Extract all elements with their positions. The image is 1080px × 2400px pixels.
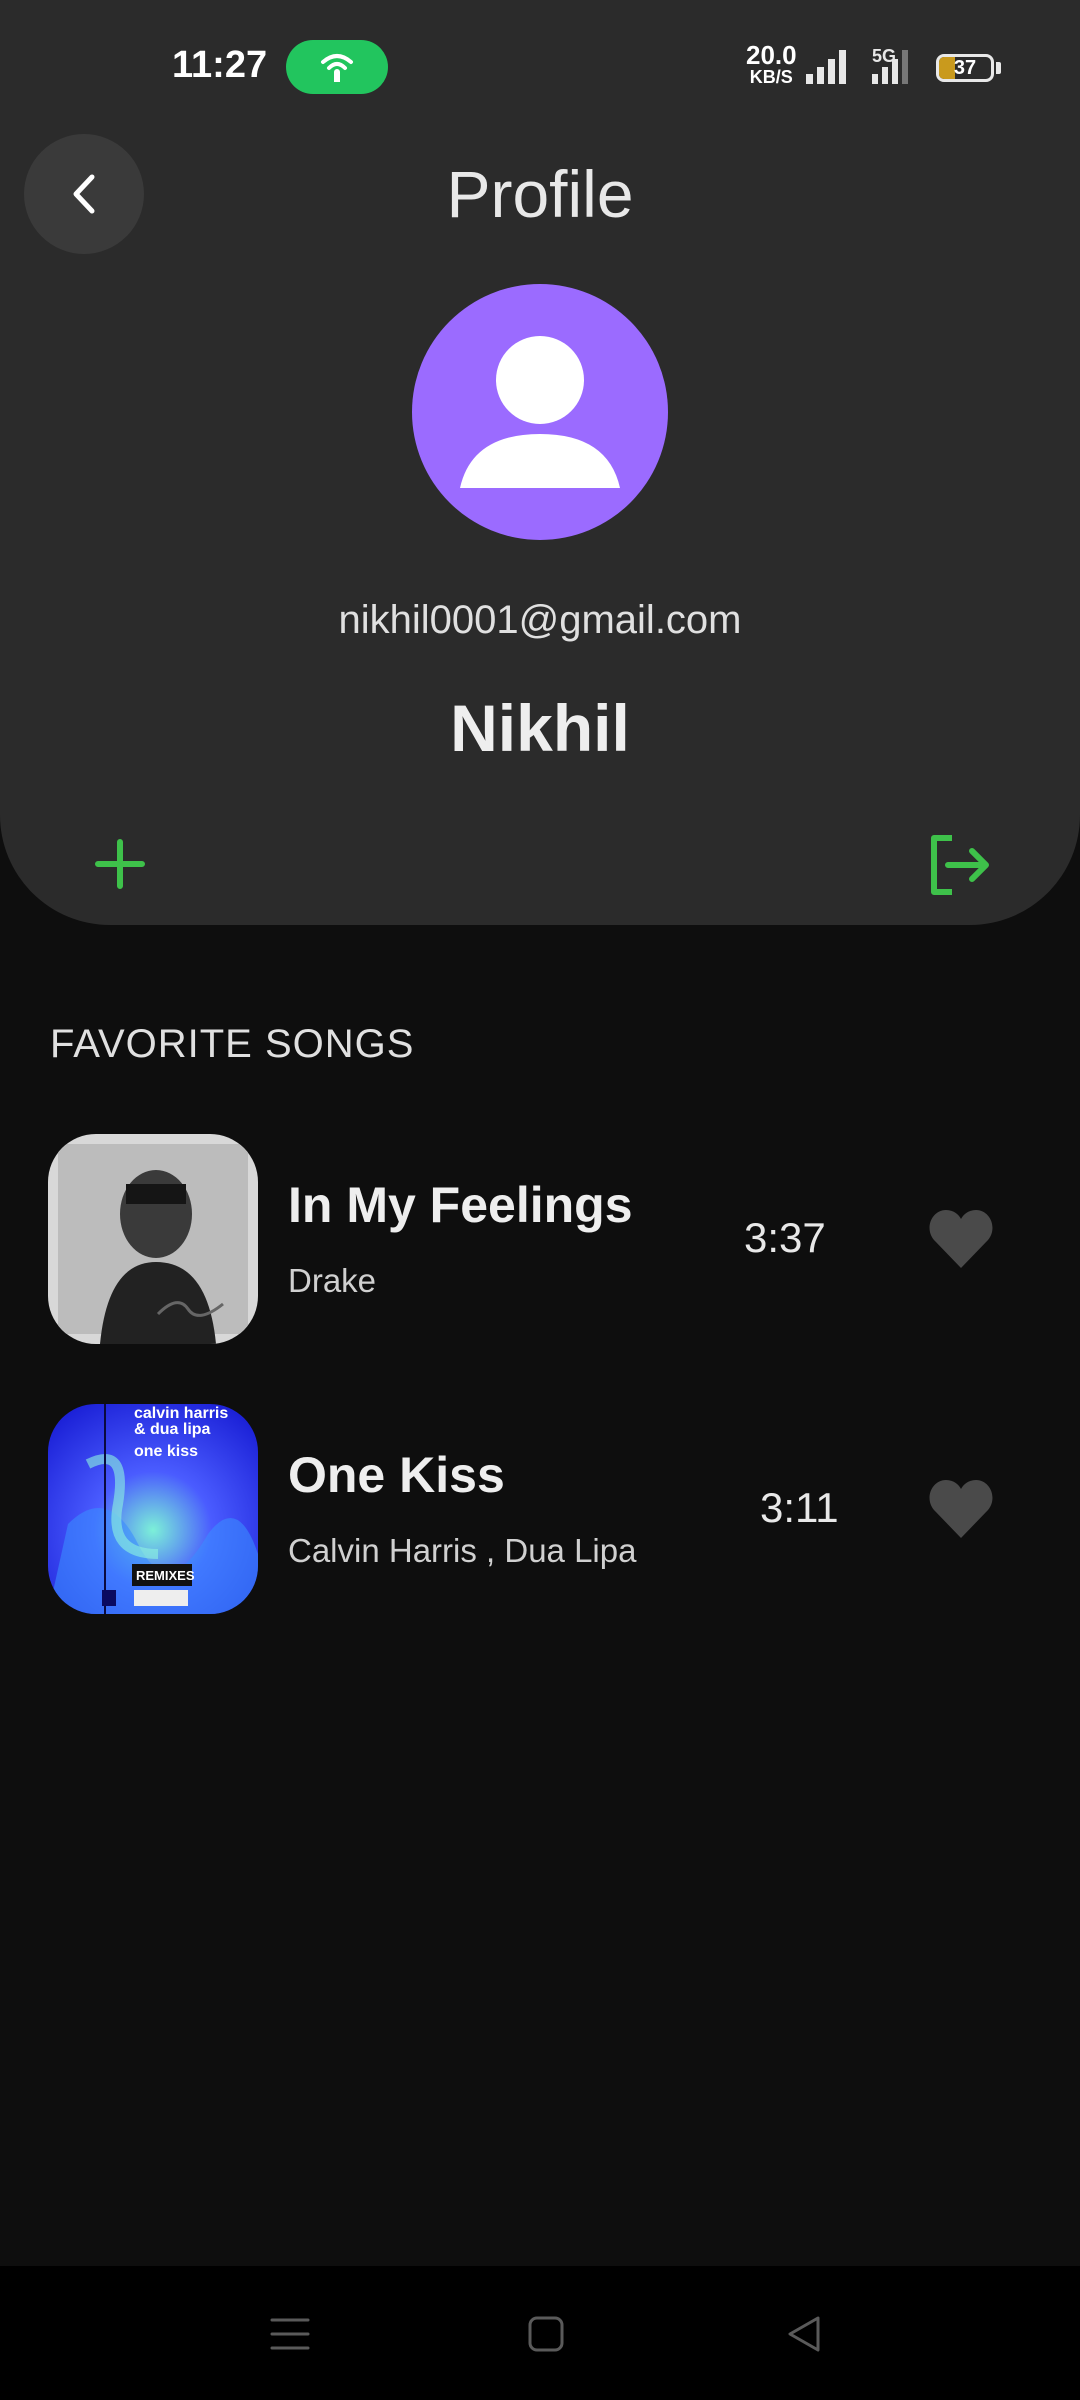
battery-indicator: 37 bbox=[936, 54, 994, 82]
home-icon bbox=[528, 2316, 564, 2352]
heart-icon bbox=[929, 1210, 993, 1268]
menu-icon bbox=[270, 2318, 310, 2350]
favorite-songs-heading: FAVORITE SONGS bbox=[50, 1022, 415, 1066]
logout-button[interactable] bbox=[924, 830, 994, 900]
profile-username: Nikhil bbox=[450, 691, 630, 765]
favorite-button[interactable] bbox=[928, 1478, 994, 1540]
status-time: 11:27 bbox=[172, 44, 268, 86]
album-art-in-my-feelings bbox=[48, 1134, 258, 1344]
song-row[interactable]: calvin harris & dua lipa one kiss REMIXE… bbox=[0, 1404, 1080, 1616]
song-artist: Calvin Harris , Dua Lipa bbox=[288, 1532, 637, 1569]
network-speed: 20.0 KB/S bbox=[746, 42, 797, 88]
signal-strength-icon bbox=[806, 50, 846, 84]
song-title: One Kiss bbox=[288, 1447, 505, 1503]
back-triangle-icon bbox=[788, 2316, 820, 2352]
album-art-one-kiss: calvin harris & dua lipa one kiss REMIXE… bbox=[48, 1404, 258, 1614]
status-bar: 11:27 20.0 KB/S 5G 37 bbox=[0, 0, 1080, 140]
network-speed-unit: KB/S bbox=[749, 67, 793, 87]
battery-level: 37 bbox=[953, 57, 977, 79]
heart-icon bbox=[929, 1480, 993, 1538]
recent-apps-button[interactable] bbox=[268, 2312, 312, 2356]
song-duration: 3:37 bbox=[744, 1214, 826, 1261]
song-artist: Drake bbox=[288, 1262, 377, 1299]
battery-tip bbox=[996, 62, 1001, 74]
album-art-badge: REMIXES bbox=[136, 1568, 195, 1583]
system-navigation-bar bbox=[0, 2266, 1080, 2400]
add-button[interactable] bbox=[90, 834, 150, 894]
hotspot-indicator bbox=[286, 40, 388, 94]
signal-strength-5g-icon bbox=[872, 50, 908, 84]
favorite-button[interactable] bbox=[928, 1208, 994, 1270]
page-title: Profile bbox=[446, 157, 634, 231]
song-title: In My Feelings bbox=[288, 1177, 633, 1233]
song-duration: 3:11 bbox=[760, 1484, 839, 1531]
hotspot-icon bbox=[321, 54, 353, 82]
logout-icon bbox=[931, 835, 989, 895]
profile-email: nikhil0001@gmail.com bbox=[338, 598, 742, 642]
user-icon bbox=[460, 336, 620, 488]
system-back-button[interactable] bbox=[782, 2312, 826, 2356]
song-row[interactable]: In My Feelings Drake 3:37 bbox=[0, 1134, 1080, 1346]
avatar[interactable] bbox=[412, 284, 668, 540]
album-art-text: calvin harris & dua lipa one kiss bbox=[134, 1405, 229, 1460]
home-button[interactable] bbox=[524, 2312, 568, 2356]
add-icon bbox=[95, 839, 145, 889]
